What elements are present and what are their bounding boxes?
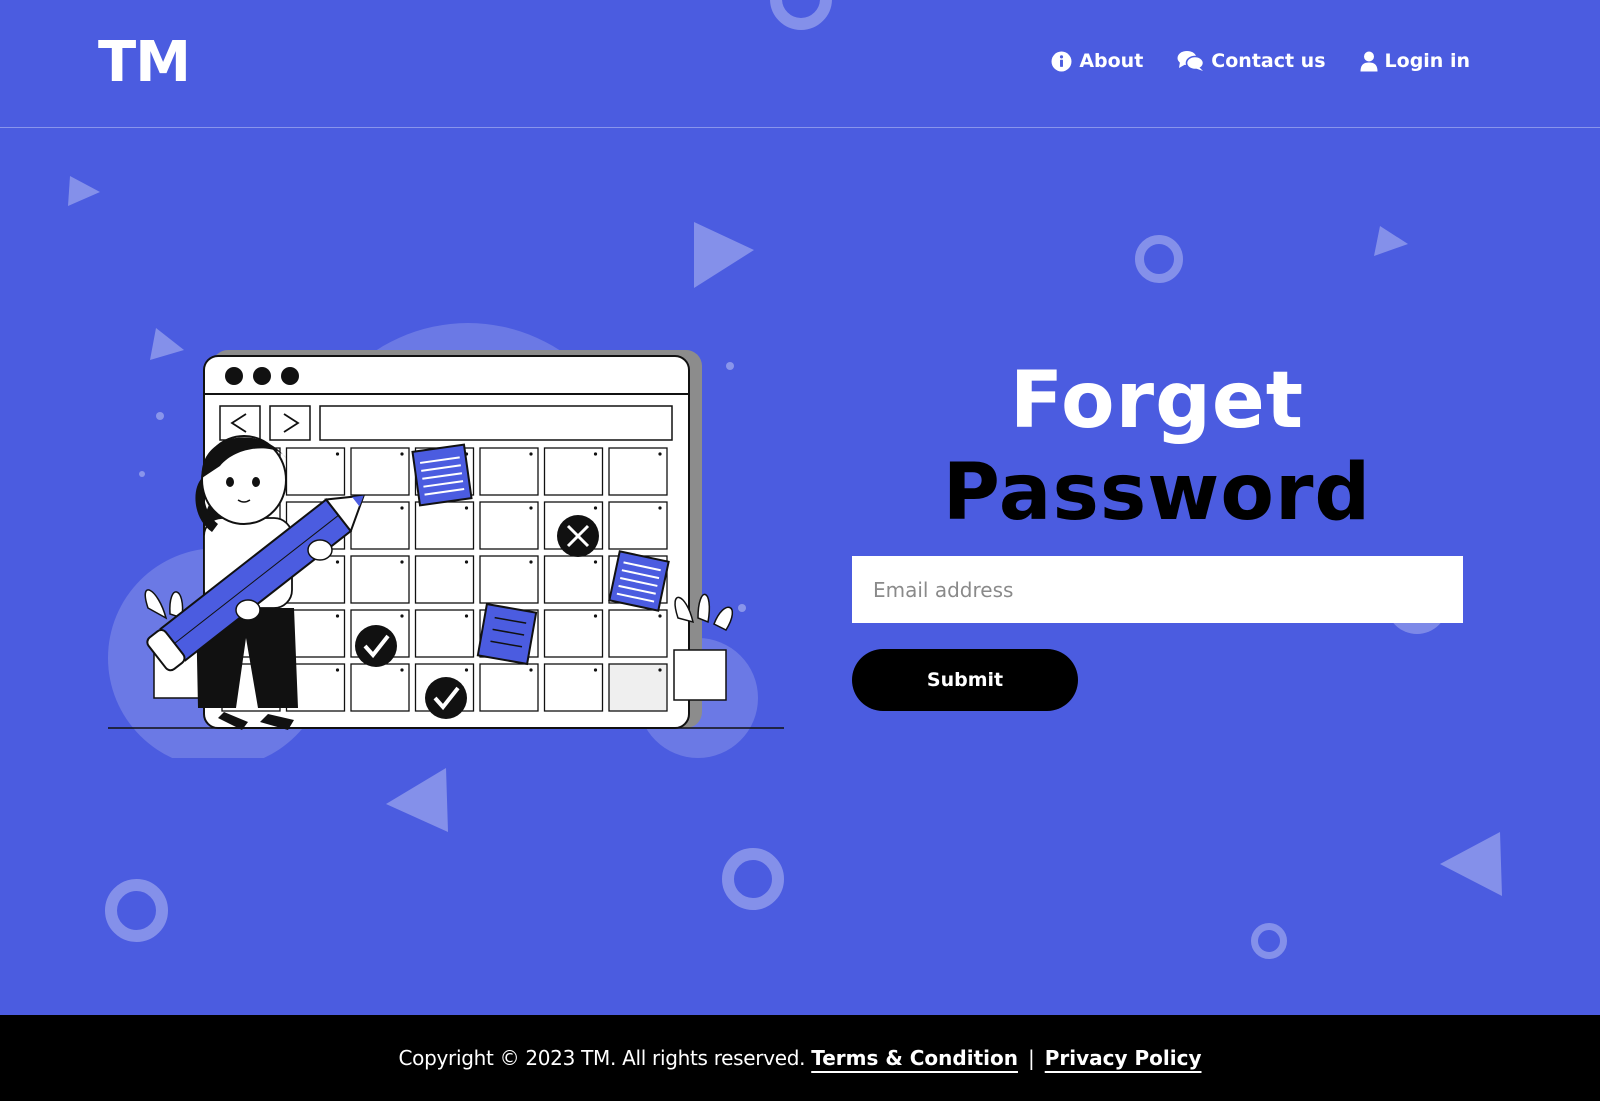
nav-login-link[interactable]: Login in — [1360, 50, 1470, 72]
calendar-illustration — [108, 323, 784, 758]
email-field[interactable] — [852, 556, 1463, 623]
page-title: Forget Password — [852, 355, 1462, 539]
top-navbar: TM About Contact us Login in — [0, 0, 1600, 128]
decor-triangle — [694, 222, 754, 288]
decor-triangle — [1374, 226, 1408, 256]
nav-about-label: About — [1079, 50, 1144, 72]
decor-ring — [1251, 923, 1287, 959]
decor-circle-faint — [1386, 572, 1448, 634]
submit-button[interactable]: Submit — [852, 649, 1078, 711]
decor-triangle — [68, 176, 100, 206]
chat-bubbles-icon — [1177, 51, 1205, 71]
main-nav: About Contact us Login in — [1051, 50, 1470, 72]
nav-contact-label: Contact us — [1211, 50, 1326, 72]
title-line-password: Password — [942, 448, 1372, 538]
decor-ring — [722, 848, 784, 910]
user-icon — [1360, 51, 1378, 71]
decor-triangle — [1440, 832, 1502, 896]
decor-ring — [105, 879, 168, 942]
decor-triangle — [386, 768, 448, 832]
terms-link[interactable]: Terms & Condition — [811, 1046, 1018, 1070]
privacy-link[interactable]: Privacy Policy — [1045, 1046, 1202, 1070]
info-circle-icon — [1051, 51, 1072, 71]
copyright-text: Copyright © 2023 TM. All rights reserved… — [398, 1046, 806, 1070]
nav-contact-link[interactable]: Contact us — [1177, 50, 1326, 72]
brand-logo[interactable]: TM — [98, 30, 191, 95]
nav-login-label: Login in — [1384, 50, 1470, 72]
footer-separator: | — [1027, 1046, 1035, 1070]
nav-about-link[interactable]: About — [1051, 50, 1143, 72]
title-line-forget: Forget — [1009, 356, 1305, 446]
footer: Copyright © 2023 TM. All rights reserved… — [0, 1015, 1600, 1101]
decor-ring — [1135, 235, 1183, 283]
